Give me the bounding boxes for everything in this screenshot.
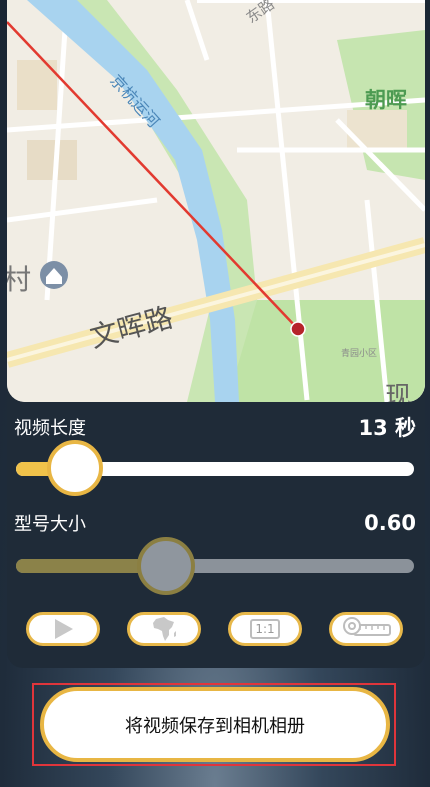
ruler-icon	[343, 617, 391, 636]
aspect-ratio-icon: 1:1	[250, 619, 280, 639]
aspect-ratio-button[interactable]: 1:1	[228, 612, 302, 646]
ruler-button[interactable]	[329, 612, 403, 646]
aspect-ratio-label: 1:1	[255, 622, 275, 636]
video-length-knob[interactable]	[47, 440, 103, 496]
model-size-value: 0.60	[364, 511, 416, 535]
model-size-label: 型号大小	[14, 514, 86, 535]
play-button[interactable]	[26, 612, 100, 646]
africa-map-icon	[153, 617, 176, 641]
model-size-row: 型号大小 0.60	[14, 510, 416, 536]
africa-button[interactable]	[127, 612, 201, 646]
model-size-knob[interactable]	[137, 537, 195, 595]
map-label-partial-left: 村	[7, 263, 32, 296]
map-label-poi: 青园小区	[341, 349, 378, 359]
save-to-album-button[interactable]: 将视频保存到相机相册	[40, 687, 390, 762]
play-icon	[55, 619, 73, 639]
video-length-row: 视频长度 13 秒	[14, 412, 416, 442]
map-label-partial-right: 现	[385, 382, 412, 402]
map-canvas	[7, 0, 425, 402]
video-length-label: 视频长度	[14, 418, 86, 439]
save-to-album-label: 将视频保存到相机相册	[125, 715, 305, 737]
map-label-district: 朝晖	[365, 88, 407, 112]
map-view[interactable]: 东路 京杭运河 朝晖 文晖路 村 现 青园小区	[7, 0, 425, 402]
video-length-value: 13 秒	[358, 416, 416, 440]
